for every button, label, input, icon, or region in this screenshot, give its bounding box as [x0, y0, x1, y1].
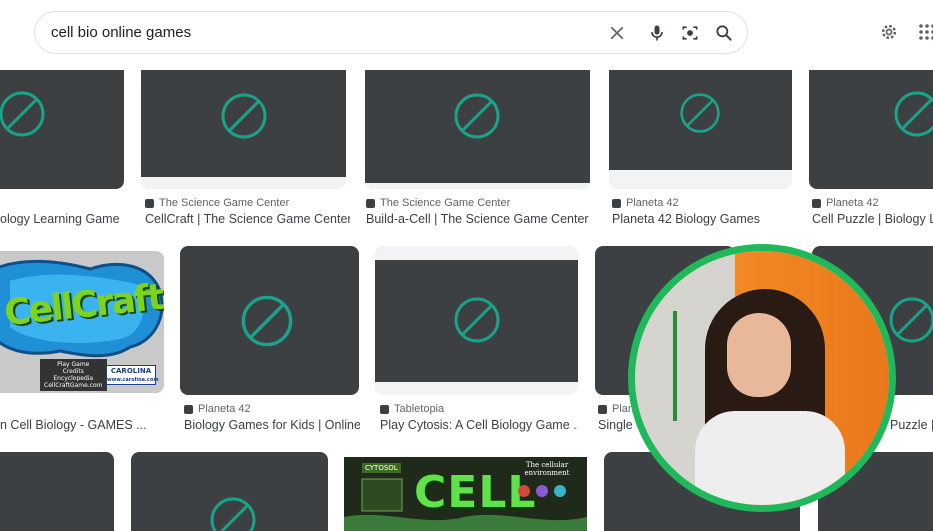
no-image-icon [210, 497, 256, 531]
apps-grid-icon[interactable] [915, 20, 933, 44]
result-title[interactable]: n Cell Biology - GAMES ... [0, 418, 164, 432]
webcam-overlay [628, 244, 896, 512]
search-header: cell bio online games [0, 0, 933, 70]
favicon-icon [612, 198, 621, 208]
image-result-thumbnail[interactable] [180, 246, 359, 395]
menu-item: Credits [62, 368, 84, 375]
search-box[interactable]: cell bio online games [34, 11, 748, 54]
no-image-icon [889, 297, 933, 343]
gear-icon[interactable] [877, 20, 901, 44]
menu-item: Play Game [57, 361, 90, 368]
result-source: The Science Game Center [366, 197, 510, 209]
no-image-icon [241, 295, 293, 347]
menu-item: Encyclopedia [53, 375, 94, 382]
webcam-lanyard [673, 311, 677, 421]
result-title[interactable]: Puzzle | [890, 418, 933, 432]
image-result-thumbnail[interactable] [131, 452, 328, 531]
camera-search-icon[interactable] [678, 21, 702, 45]
result-title[interactable]: Play Cytosis: A Cell Biology Game ... [380, 418, 578, 432]
microphone-icon[interactable] [645, 21, 669, 45]
favicon-icon [380, 404, 389, 414]
search-input[interactable]: cell bio online games [51, 24, 191, 41]
no-image-icon [0, 91, 45, 137]
cellcraft-thumbnail[interactable]: CellCraft Play Game Credits Encyclopedia… [0, 251, 164, 393]
result-title[interactable]: Cell Puzzle | Biology Le [812, 212, 933, 226]
result-source: Planeta 42 [812, 197, 879, 209]
result-title[interactable]: ology Learning Game [0, 212, 124, 226]
favicon-icon [366, 198, 375, 208]
no-image-icon [221, 93, 267, 139]
menu-item: CellCraftGame.com [44, 382, 103, 389]
cytosol-game-thumbnail[interactable]: CYTOSOL The cellular environment CELL [344, 457, 587, 531]
result-source: Tabletopia [380, 403, 444, 415]
image-result-thumbnail[interactable] [0, 452, 114, 531]
cellcraft-menu: Play Game Credits Encyclopedia CellCraft… [40, 359, 107, 391]
image-result-thumbnail[interactable] [141, 70, 346, 189]
image-result-thumbnail[interactable] [609, 70, 792, 189]
image-result-thumbnail[interactable] [0, 70, 124, 189]
result-source: Planeta 42 [184, 403, 251, 415]
webcam-person-shirt [695, 411, 845, 505]
close-icon[interactable] [605, 21, 629, 45]
no-image-icon [454, 93, 500, 139]
favicon-icon [598, 404, 607, 414]
result-title[interactable]: Single C [598, 418, 638, 432]
image-result-thumbnail[interactable] [809, 70, 933, 189]
image-result-thumbnail[interactable] [365, 70, 590, 189]
result-title[interactable]: Build-a-Cell | The Science Game Center [366, 212, 591, 226]
favicon-icon [184, 404, 193, 414]
result-source: Planeta 42 [612, 197, 679, 209]
cytosol-board-art [344, 478, 587, 531]
result-title[interactable]: Biology Games for Kids | Online... [184, 418, 360, 432]
image-result-thumbnail[interactable] [375, 246, 578, 395]
result-source: Plan [598, 403, 634, 415]
no-image-icon [680, 93, 720, 133]
no-image-icon [454, 297, 500, 343]
result-source: The Science Game Center [145, 197, 289, 209]
favicon-icon [145, 198, 154, 208]
result-title[interactable]: Planeta 42 Biology Games [612, 212, 795, 226]
favicon-icon [812, 198, 821, 208]
search-icon[interactable] [712, 21, 736, 45]
no-image-icon [894, 91, 933, 137]
webcam-person-face [727, 313, 791, 397]
carolina-logo: CAROLINA www.carolina.com [106, 365, 159, 385]
result-title[interactable]: CellCraft | The Science Game Center [145, 212, 350, 226]
